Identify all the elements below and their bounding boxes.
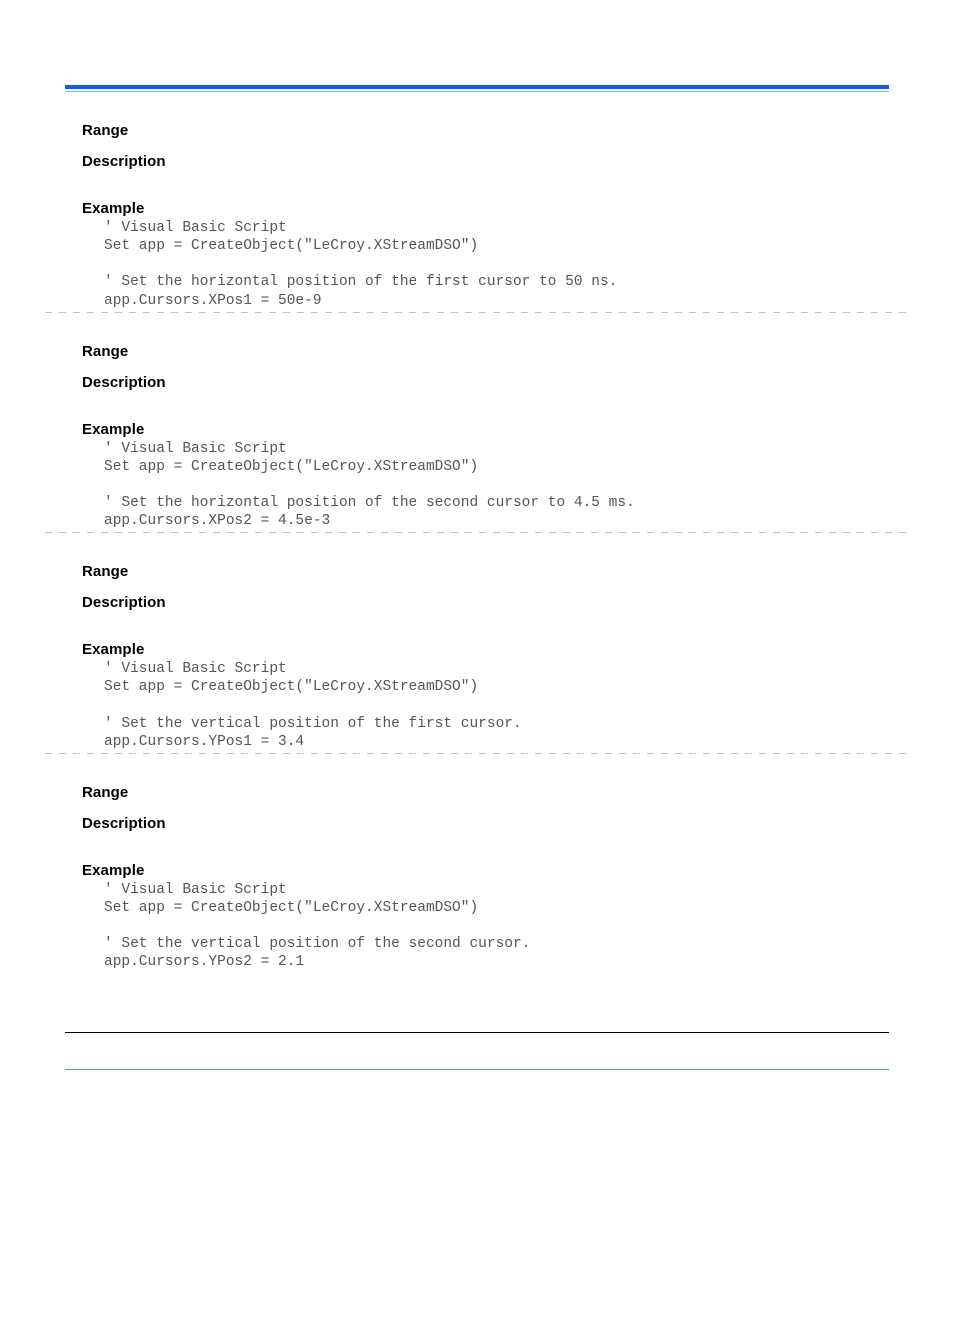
code-block: ' Visual Basic Script Set app = CreateOb… [104, 440, 872, 531]
content-area: Range Description Example ' Visual Basic… [0, 754, 954, 972]
description-heading: Description [82, 153, 872, 170]
code-block: ' Visual Basic Script Set app = CreateOb… [104, 881, 872, 972]
example-heading: Example [82, 641, 872, 658]
document-page: Range Description Example ' Visual Basic… [0, 85, 954, 1320]
range-heading: Range [82, 343, 872, 360]
header-rule [65, 85, 889, 92]
example-heading: Example [82, 200, 872, 217]
code-block: ' Visual Basic Script Set app = CreateOb… [104, 219, 872, 310]
content-area: Range Description Example ' Visual Basic… [0, 92, 954, 310]
content-area: Range Description Example ' Visual Basic… [0, 533, 954, 751]
code-block: ' Visual Basic Script Set app = CreateOb… [104, 660, 872, 751]
content-area: Range Description Example ' Visual Basic… [0, 313, 954, 531]
description-heading: Description [82, 594, 872, 611]
doc-section: Range Description Example ' Visual Basic… [82, 313, 872, 531]
footer-rule-black [65, 1032, 889, 1033]
doc-section: Range Description Example ' Visual Basic… [82, 92, 872, 310]
description-heading: Description [82, 374, 872, 391]
example-heading: Example [82, 862, 872, 879]
footer-rule-blue [65, 1069, 889, 1070]
doc-section: Range Description Example ' Visual Basic… [82, 754, 872, 972]
doc-section: Range Description Example ' Visual Basic… [82, 533, 872, 751]
range-heading: Range [82, 784, 872, 801]
range-heading: Range [82, 563, 872, 580]
range-heading: Range [82, 122, 872, 139]
description-heading: Description [82, 815, 872, 832]
footer-rules [65, 1032, 889, 1070]
example-heading: Example [82, 421, 872, 438]
